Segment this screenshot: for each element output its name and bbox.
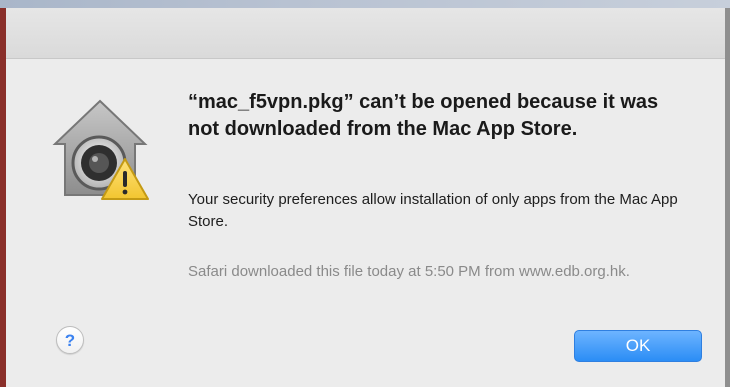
desktop-top-strip	[0, 0, 730, 8]
dialog-content: “mac_f5vpn.pkg” can’t be opened because …	[6, 59, 725, 387]
screen: “mac_f5vpn.pkg” can’t be opened because …	[0, 0, 730, 387]
help-button[interactable]: ?	[56, 326, 84, 354]
dialog-title: “mac_f5vpn.pkg” can’t be opened because …	[188, 91, 659, 140]
question-mark-icon: ?	[64, 330, 76, 350]
ok-button[interactable]: OK	[574, 330, 702, 362]
gatekeeper-icon	[52, 99, 149, 200]
ok-button-label: OK	[625, 336, 651, 355]
dialog-message: Your security preferences allow installa…	[188, 191, 678, 230]
dialog-titlebar	[6, 8, 725, 59]
download-source-note: Safari downloaded this file today at 5:5…	[188, 263, 630, 280]
gatekeeper-alert-dialog: “mac_f5vpn.pkg” can’t be opened because …	[6, 8, 725, 387]
desktop-right-edge	[725, 8, 730, 387]
